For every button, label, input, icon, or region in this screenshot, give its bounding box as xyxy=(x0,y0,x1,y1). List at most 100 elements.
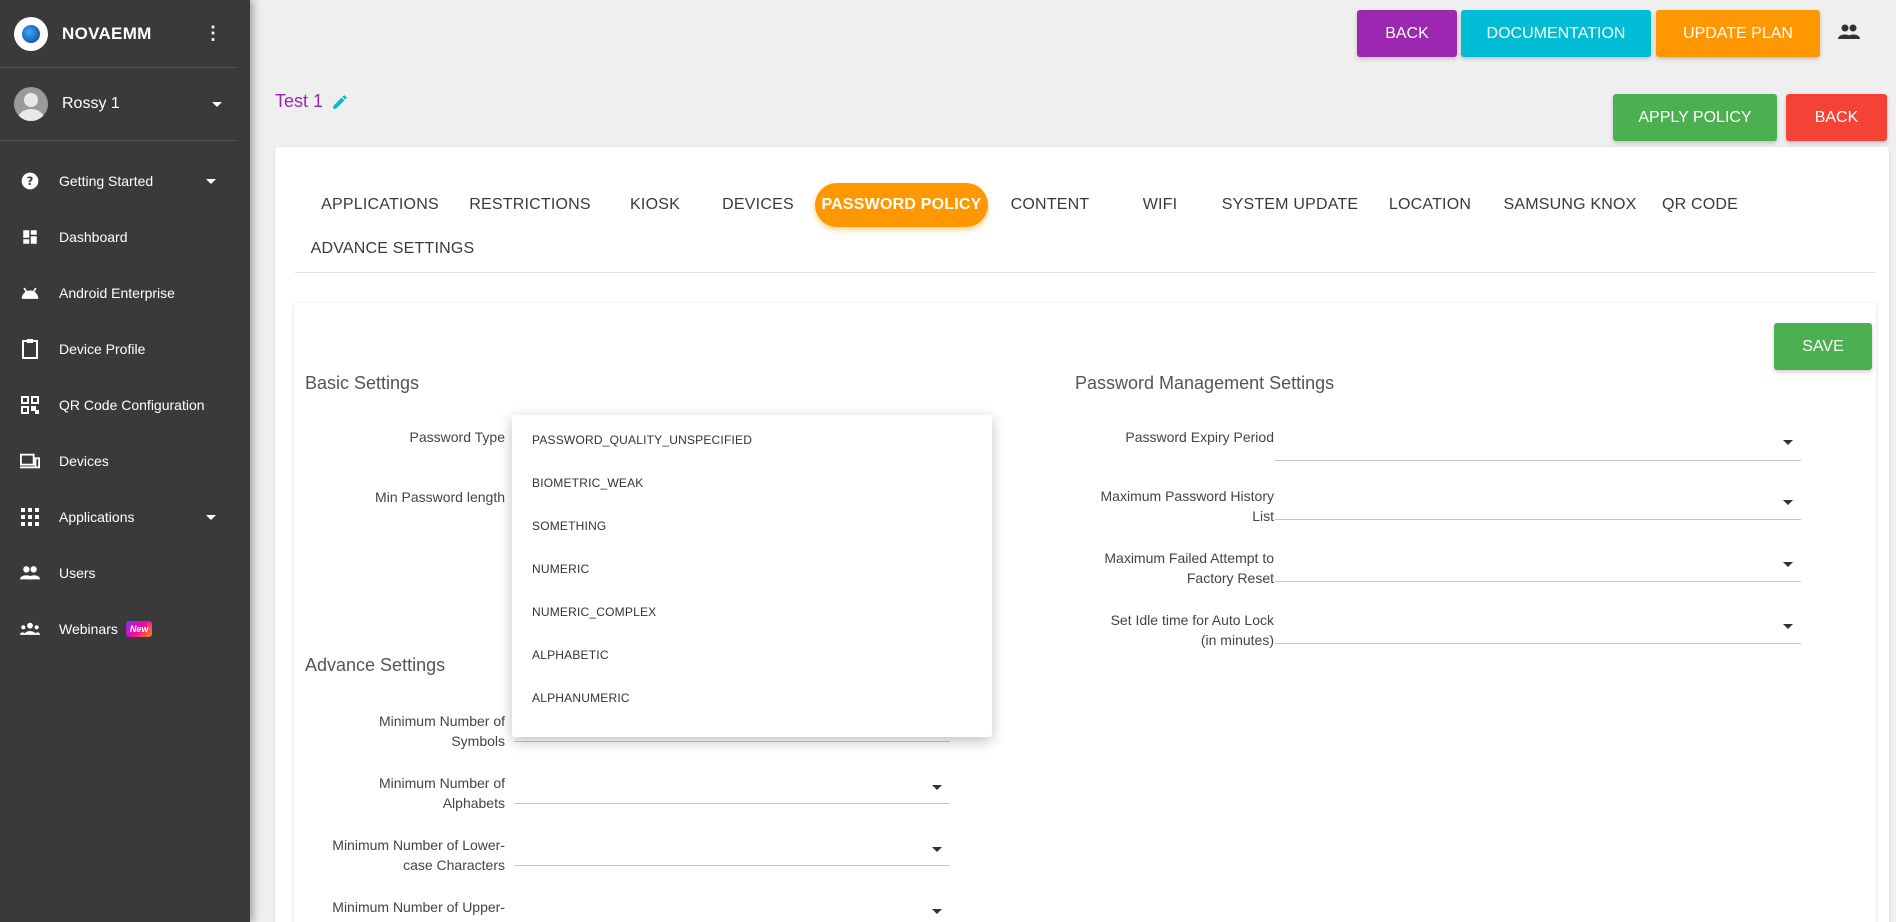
user-menu[interactable]: Rossy 1 xyxy=(0,68,236,141)
min-symbols-select[interactable] xyxy=(514,741,950,742)
tab-applications[interactable]: APPLICATIONS xyxy=(305,183,455,227)
policy-name: Test 1 xyxy=(275,91,324,111)
label-line: (in minutes) xyxy=(1200,632,1274,648)
tab-location[interactable]: LOCATION xyxy=(1375,183,1485,227)
dropdown-option[interactable]: BIOMETRIC_WEAK xyxy=(532,476,643,490)
edit-icon[interactable] xyxy=(331,93,349,111)
dropdown-option[interactable]: NUMERIC xyxy=(532,562,589,576)
tab-samsung-knox[interactable]: SAMSUNG KNOX xyxy=(1495,183,1645,227)
tab-kiosk[interactable]: KIOSK xyxy=(605,183,705,227)
sidebar-item-getting-started[interactable]: ? Getting Started xyxy=(0,153,250,209)
dropdown-option[interactable]: PASSWORD_QUALITY_UNSPECIFIED xyxy=(532,433,752,447)
chevron-down-icon xyxy=(932,847,942,852)
sidebar-item-devices[interactable]: Devices xyxy=(0,433,250,489)
account-group-icon[interactable] xyxy=(1838,24,1860,42)
chevron-down-icon xyxy=(1783,562,1793,567)
chevron-down-icon xyxy=(932,785,942,790)
basic-settings-title: Basic Settings xyxy=(305,373,420,393)
apps-grid-icon xyxy=(20,507,40,527)
tab-devices[interactable]: DEVICES xyxy=(703,183,813,227)
dashboard-icon xyxy=(20,227,40,247)
dropdown-option[interactable]: ALPHABETIC xyxy=(532,648,609,662)
tab-system-update[interactable]: SYSTEM UPDATE xyxy=(1210,183,1370,227)
chevron-down-icon xyxy=(1783,440,1793,445)
password-type-label: Password Type xyxy=(409,429,505,445)
policy-title: Test 1 xyxy=(275,91,349,112)
update-plan-button[interactable]: UPDATE PLAN xyxy=(1656,10,1820,57)
label-line: Factory Reset xyxy=(1186,570,1274,586)
label-line: Minimum Number of Upper- xyxy=(332,899,505,915)
label-line: Minimum Number of xyxy=(378,775,505,791)
label-line: Minimum Number of Lower- xyxy=(332,837,505,853)
brand-header: NOVAEMM ⋮ xyxy=(0,0,236,68)
min-lowercase-select[interactable] xyxy=(514,865,950,866)
tab-qr-code[interactable]: QR CODE xyxy=(1645,183,1755,227)
min-lowercase-label: Minimum Number of Lower- case Characters xyxy=(294,835,505,875)
label-line: Alphabets xyxy=(442,795,505,811)
qr-code-icon xyxy=(20,395,40,415)
idle-time-select[interactable] xyxy=(1275,643,1801,644)
sidebar-item-applications[interactable]: Applications xyxy=(0,489,250,545)
chevron-down-icon xyxy=(932,909,942,914)
brand-logo xyxy=(14,16,48,51)
save-button[interactable]: SAVE xyxy=(1774,323,1872,370)
sidebar-item-users[interactable]: Users xyxy=(0,545,250,601)
chevron-down-icon xyxy=(206,514,216,520)
label-line: Symbols xyxy=(451,733,505,749)
sidebar-item-label: Webinars xyxy=(59,621,118,637)
label-line: Maximum Password History xyxy=(1100,488,1274,504)
sidebar-item-webinars[interactable]: Webinars New xyxy=(0,601,250,657)
dropdown-option[interactable]: SOMETHING xyxy=(532,519,606,533)
more-vert-icon[interactable]: ⋮ xyxy=(204,23,222,44)
failed-attempts-select[interactable] xyxy=(1275,581,1801,582)
tab-password-policy[interactable]: PASSWORD POLICY xyxy=(815,183,988,227)
dropdown-option[interactable]: ALPHANUMERIC xyxy=(532,691,630,705)
sidebar-item-label: Android Enterprise xyxy=(59,285,175,301)
failed-attempts-label: Maximum Failed Attempt to Factory Reset xyxy=(1064,548,1274,588)
sidebar-item-label: QR Code Configuration xyxy=(59,397,205,413)
sidebar-item-label: Dashboard xyxy=(59,229,128,245)
password-history-label: Maximum Password History List xyxy=(1064,486,1274,526)
sidebar-item-dashboard[interactable]: Dashboard xyxy=(0,209,250,265)
password-type-dropdown: PASSWORD_QUALITY_UNSPECIFIED BIOMETRIC_W… xyxy=(512,415,992,737)
label-line: Set Idle time for Auto Lock xyxy=(1110,612,1274,628)
top-back-button[interactable]: BACK xyxy=(1357,10,1457,57)
chevron-down-icon xyxy=(212,101,222,107)
help-circle-icon: ? xyxy=(20,171,40,191)
svg-text:?: ? xyxy=(27,174,34,188)
sidebar-item-device-profile[interactable]: Device Profile xyxy=(0,321,250,377)
idle-time-label: Set Idle time for Auto Lock (in minutes) xyxy=(1064,610,1274,650)
advance-settings-title: Advance Settings xyxy=(305,655,446,675)
sidebar-nav: ? Getting Started Dashboard Android Ente… xyxy=(0,153,250,657)
label-line: List xyxy=(1252,508,1274,524)
new-badge: New xyxy=(125,621,153,637)
user-name: Rossy 1 xyxy=(62,95,120,112)
tab-restrictions[interactable]: RESTRICTIONS xyxy=(455,183,605,227)
chevron-down-icon xyxy=(1783,624,1793,629)
sidebar-item-label: Applications xyxy=(59,509,135,525)
chevron-down-icon xyxy=(206,178,216,184)
dropdown-option[interactable]: NUMERIC_COMPLEX xyxy=(532,605,656,619)
min-symbols-label: Minimum Number of Symbols xyxy=(294,711,505,751)
password-expiry-select[interactable] xyxy=(1275,460,1801,461)
min-password-length-label: Min Password length xyxy=(375,489,505,505)
tab-content[interactable]: CONTENT xyxy=(995,183,1105,227)
sidebar-item-qr-code-configuration[interactable]: QR Code Configuration xyxy=(0,377,250,433)
policy-back-button[interactable]: BACK xyxy=(1786,94,1887,141)
tab-wifi[interactable]: WIFI xyxy=(1115,183,1205,227)
sidebar-item-label: Users xyxy=(59,565,96,581)
apply-policy-button[interactable]: APPLY POLICY xyxy=(1613,94,1777,141)
password-expiry-label: Password Expiry Period xyxy=(1125,429,1274,445)
tab-advance-settings[interactable]: ADVANCE SETTINGS xyxy=(305,227,480,271)
tabs-divider xyxy=(295,272,1875,273)
brand-name: NOVAEMM xyxy=(62,23,152,43)
documentation-button[interactable]: DOCUMENTATION xyxy=(1461,10,1651,57)
android-icon xyxy=(20,283,40,303)
avatar xyxy=(14,87,48,121)
min-alphabets-label: Minimum Number of Alphabets xyxy=(294,773,505,813)
min-alphabets-select[interactable] xyxy=(514,803,950,804)
label-line: Maximum Failed Attempt to xyxy=(1104,550,1274,566)
password-management-title: Password Management Settings xyxy=(1075,373,1335,393)
sidebar-item-android-enterprise[interactable]: Android Enterprise xyxy=(0,265,250,321)
password-history-select[interactable] xyxy=(1275,519,1801,520)
